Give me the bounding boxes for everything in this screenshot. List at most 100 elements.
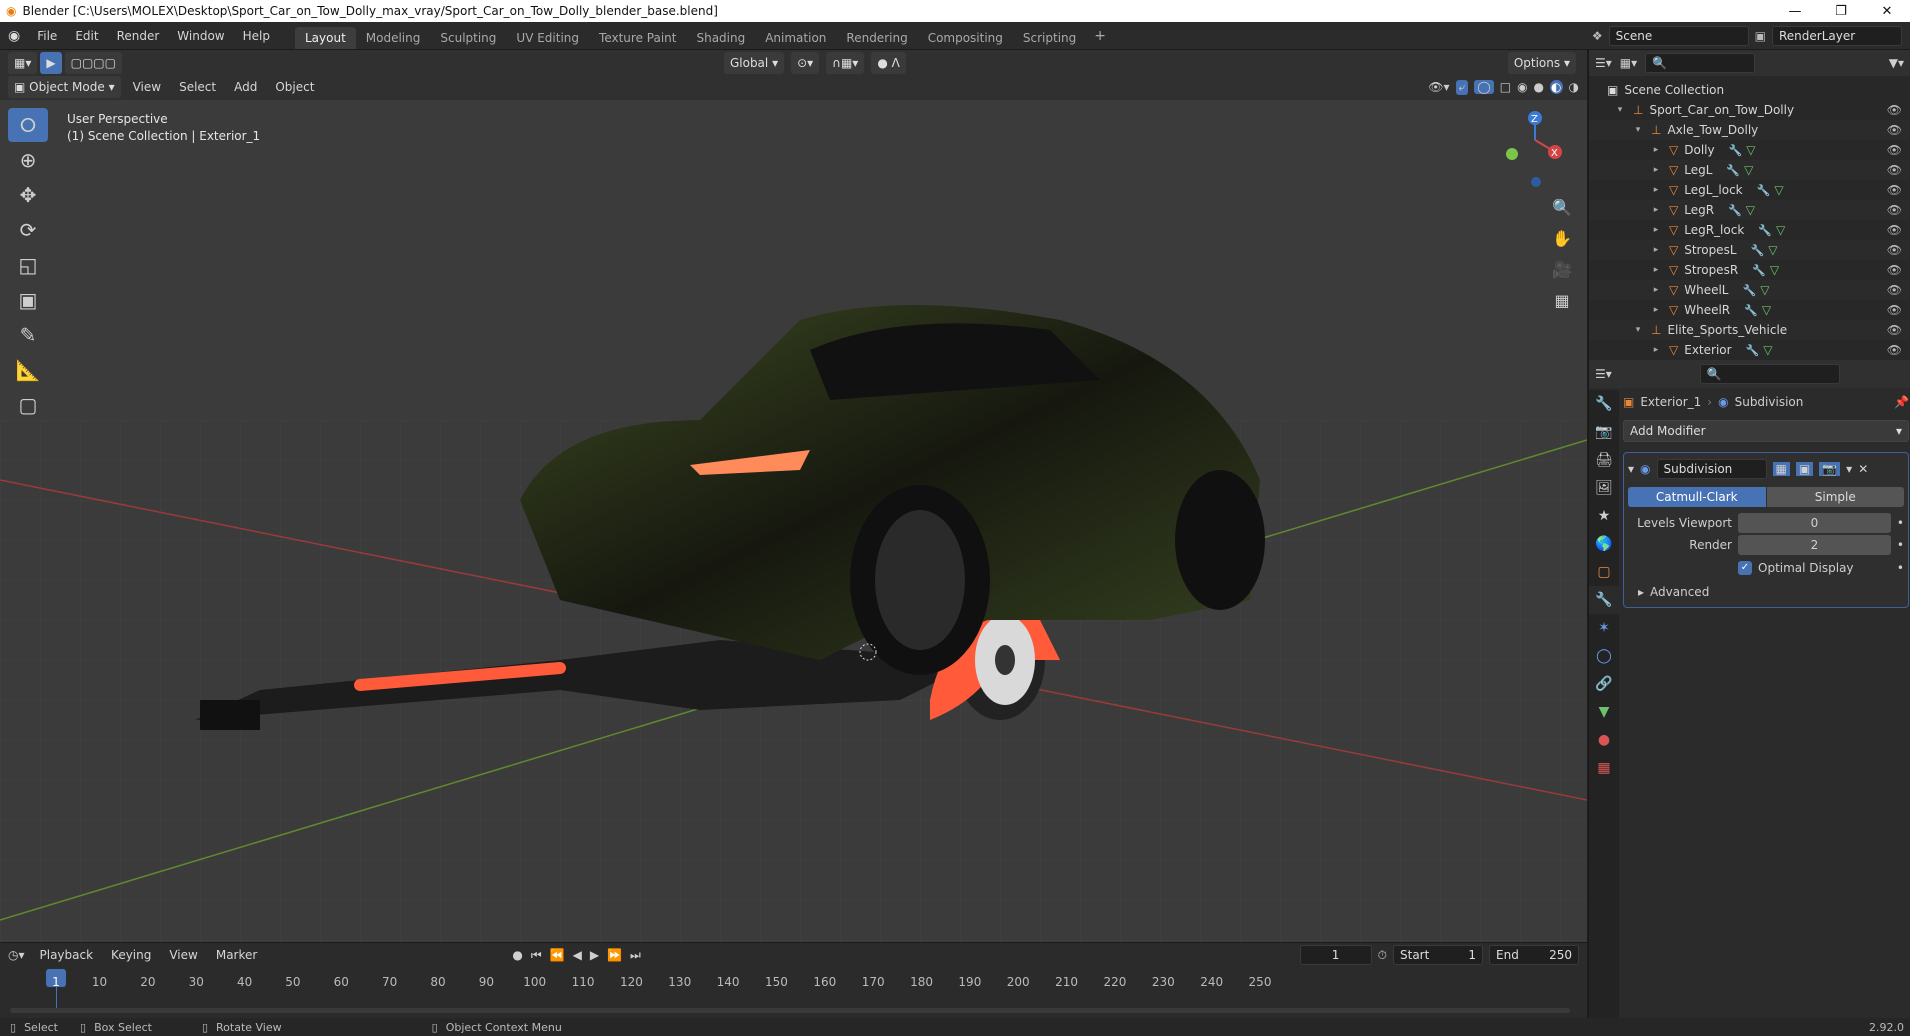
outliner-row[interactable]: ▾ ⊥ Elite_Sports_Vehicle 👁	[1589, 320, 1910, 340]
pin-icon[interactable]: 📌	[1894, 395, 1909, 409]
optimal-display-checkbox[interactable]: ✓	[1738, 561, 1752, 575]
rendered-shading-icon[interactable]: ◑	[1569, 80, 1579, 94]
collapsed-icon[interactable]: ▸	[1649, 285, 1663, 295]
overlay-toggle-icon[interactable]: ◯	[1474, 80, 1494, 94]
editor-type-button[interactable]: ▦▾	[8, 52, 38, 74]
output-tab-icon[interactable]: 🖨	[1589, 446, 1619, 474]
outliner-row[interactable]: ▸ ▽ LegL 🔧 ▽ 👁	[1589, 160, 1910, 180]
tab-uv-editing[interactable]: UV Editing	[506, 27, 589, 49]
orientation-dropdown[interactable]: Global ▾	[723, 52, 785, 74]
mode-dropdown[interactable]: ▣ Object Mode ▾	[8, 76, 121, 98]
pivot-icon[interactable]: ⊙▾	[791, 52, 820, 74]
outliner-row[interactable]: ▸ ▽ WheelR 🔧 ▽ 👁	[1589, 300, 1910, 320]
visibility-eye-icon[interactable]: 👁	[1887, 103, 1902, 117]
keyframe-dot-icon[interactable]: •	[1897, 561, 1904, 575]
render-toggle-icon[interactable]: 📷	[1819, 462, 1841, 476]
cursor-tool-icon[interactable]: ⊕	[8, 143, 48, 177]
scene-tab-icon[interactable]: ★	[1589, 502, 1619, 530]
tab-compositing[interactable]: Compositing	[918, 27, 1013, 49]
collapsed-icon[interactable]: ▸	[1649, 345, 1663, 355]
collapsed-icon[interactable]: ▸	[1649, 205, 1663, 215]
outliner-root-row[interactable]: ▣ Scene Collection	[1589, 80, 1910, 100]
blender-menu-icon[interactable]: ◉	[0, 28, 28, 44]
properties-search-input[interactable]: 🔍	[1699, 364, 1840, 384]
minimize-button[interactable]: —	[1772, 4, 1818, 19]
physics-tab-icon[interactable]: ◯	[1589, 642, 1619, 670]
outliner-row[interactable]: ▸ ▽ LegR_lock 🔧 ▽ 👁	[1589, 220, 1910, 240]
collapse-icon[interactable]: ▾	[1628, 462, 1634, 476]
edit-mode-toggle-icon[interactable]: ▦	[1772, 462, 1790, 476]
viewport-menu-select[interactable]: Select	[170, 76, 225, 98]
xray-icon[interactable]: □	[1500, 80, 1511, 94]
move-tool-icon[interactable]: ✥	[8, 178, 48, 212]
expanded-icon[interactable]: ▾	[1631, 125, 1645, 135]
object-tab-icon[interactable]: ▢	[1589, 558, 1619, 586]
timeline-scrollbar[interactable]	[10, 1008, 1570, 1013]
catmull-clark-button[interactable]: Catmull-Clark	[1628, 487, 1766, 507]
viewport-menu-object[interactable]: Object	[266, 76, 323, 98]
visibility-eye-icon[interactable]: 👁	[1887, 183, 1902, 197]
outliner-filter-mode-icon[interactable]: ▦▾	[1620, 56, 1637, 70]
grid-view-icon[interactable]: ▦	[1548, 285, 1576, 315]
collapsed-icon[interactable]: ▸	[1649, 165, 1663, 175]
rotate-tool-icon[interactable]: ⟳	[8, 213, 48, 247]
solid-shading-icon[interactable]: ●	[1534, 80, 1544, 94]
wireframe-shading-icon[interactable]: ◉	[1517, 80, 1527, 94]
advanced-section[interactable]: Advanced	[1650, 585, 1709, 599]
proportional-icon[interactable]: ● Λ	[871, 52, 906, 74]
outliner-filter-icon[interactable]: ▼▾	[1889, 56, 1904, 70]
visibility-icon[interactable]: 👁▾	[1428, 80, 1449, 94]
menu-window[interactable]: Window	[168, 22, 233, 50]
render-tab-icon[interactable]: 📷	[1589, 418, 1619, 446]
visibility-eye-icon[interactable]: 👁	[1887, 323, 1902, 337]
menu-help[interactable]: Help	[234, 22, 279, 50]
viewport-menu-view[interactable]: View	[124, 76, 170, 98]
simple-button[interactable]: Simple	[1766, 487, 1904, 507]
modifier-name-field[interactable]: Subdivision	[1656, 459, 1767, 479]
modifier-tab-icon[interactable]: 🔧	[1589, 586, 1619, 614]
tool-tab-icon[interactable]: 🔧	[1589, 390, 1619, 418]
zoom-icon[interactable]: 🔍	[1548, 192, 1576, 222]
select-box-icon[interactable]: ▢▢▢▢	[64, 52, 122, 74]
tab-shading[interactable]: Shading	[686, 27, 755, 49]
collapsed-icon[interactable]: ▸	[1649, 245, 1663, 255]
outliner-row[interactable]: ▸ ▽ Exterior 🔧 ▽ 👁	[1589, 340, 1910, 360]
render-levels-field[interactable]: 2	[1738, 535, 1891, 555]
menu-render[interactable]: Render	[108, 22, 169, 50]
outliner-row[interactable]: ▸ ▽ Dolly 🔧 ▽ 👁	[1589, 140, 1910, 160]
tab-scripting[interactable]: Scripting	[1013, 27, 1086, 49]
expand-advanced-icon[interactable]: ▸	[1638, 585, 1644, 599]
data-tab-icon[interactable]: ▼	[1589, 698, 1619, 726]
render-layer-selector[interactable]: RenderLayer	[1772, 25, 1902, 46]
remove-modifier-icon[interactable]: ✕	[1858, 462, 1868, 476]
visibility-eye-icon[interactable]: 👁	[1887, 223, 1902, 237]
outliner-row[interactable]: ▸ ▽ LegL_lock 🔧 ▽ 👁	[1589, 180, 1910, 200]
timeline-ruler[interactable]: 1 10 20 30 40 50 60 70 80 90 100 110 120 130 140 150 160…	[0, 943, 1587, 1027]
modifier-menu-icon[interactable]: ▾	[1846, 462, 1852, 476]
navigation-gizmo[interactable]: Z X	[1490, 110, 1570, 190]
annotate-tool-icon[interactable]: ✎	[8, 318, 48, 352]
menu-file[interactable]: File	[28, 22, 66, 50]
visibility-eye-icon[interactable]: 👁	[1887, 123, 1902, 137]
constraints-tab-icon[interactable]: 🔗	[1589, 670, 1619, 698]
collapsed-icon[interactable]: ▸	[1649, 265, 1663, 275]
scale-tool-icon[interactable]: ◱	[8, 248, 48, 282]
tab-texture-paint[interactable]: Texture Paint	[589, 27, 686, 49]
tab-animation[interactable]: Animation	[755, 27, 836, 49]
view-layer-tab-icon[interactable]: 🖼	[1589, 474, 1619, 502]
tab-sculpting[interactable]: Sculpting	[430, 27, 506, 49]
close-button[interactable]: ✕	[1864, 4, 1910, 19]
texture-tab-icon[interactable]: ▦	[1589, 754, 1619, 782]
collapsed-icon[interactable]: ▸	[1649, 145, 1663, 155]
outliner-row[interactable]: ▸ ▽ StropesR 🔧 ▽ 👁	[1589, 260, 1910, 280]
particles-tab-icon[interactable]: ✶	[1589, 614, 1619, 642]
3d-viewport[interactable]: User Perspective (1) Scene Collection | …	[0, 100, 1587, 942]
keyframe-dot-icon[interactable]: •	[1897, 538, 1904, 552]
outliner-display-icon[interactable]: ☰▾	[1595, 56, 1612, 70]
pan-hand-icon[interactable]: ✋	[1548, 223, 1576, 253]
outliner-row[interactable]: ▾ ⊥ Sport_Car_on_Tow_Dolly 👁	[1589, 100, 1910, 120]
options-dropdown[interactable]: Options ▾	[1507, 52, 1576, 74]
material-shading-icon[interactable]: ◐	[1550, 80, 1563, 94]
restore-button[interactable]: ❐	[1818, 4, 1864, 19]
select-mode-button[interactable]: ▶	[40, 52, 62, 74]
